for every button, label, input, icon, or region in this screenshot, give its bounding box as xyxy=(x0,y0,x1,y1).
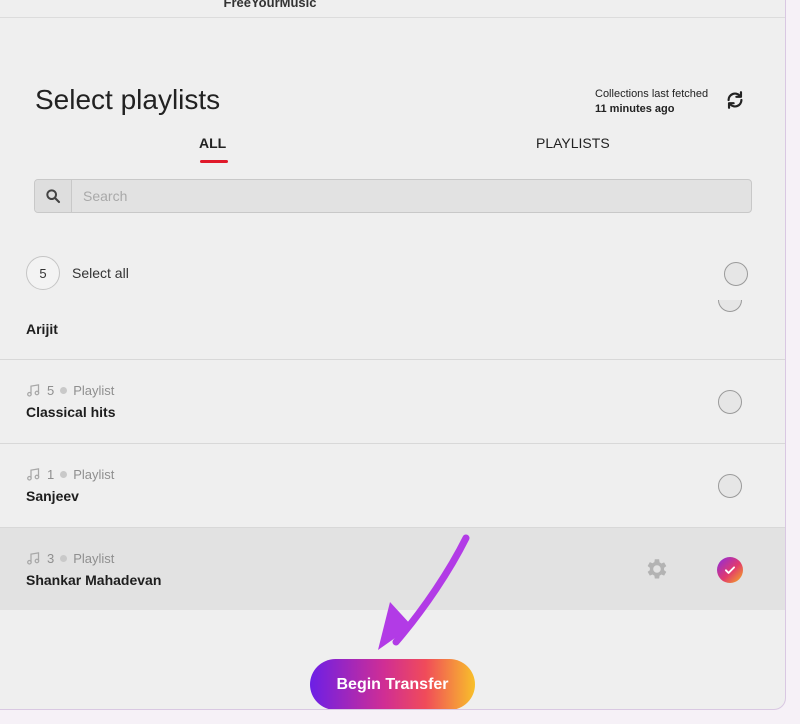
music-note-icon xyxy=(27,552,40,565)
fetch-status-time: 11 minutes ago xyxy=(595,103,675,115)
track-count: 1 xyxy=(47,467,55,482)
checkmark-icon xyxy=(724,566,736,574)
fetch-status-label: Collections last fetched xyxy=(595,88,709,100)
search-input[interactable] xyxy=(72,180,751,212)
track-count: 5 xyxy=(47,383,55,398)
playlist-list: Arijit 5 Playlist Classical hits 1 Playl… xyxy=(0,300,785,610)
list-item[interactable]: Arijit xyxy=(0,300,785,360)
refresh-icon[interactable] xyxy=(724,89,746,111)
list-item[interactable]: 1 Playlist Sanjeev xyxy=(0,444,785,528)
active-tab-indicator xyxy=(200,160,228,163)
tab-playlists-label: PLAYLISTS xyxy=(536,135,610,151)
app-title: FreeYourMusic xyxy=(223,0,317,10)
selected-check[interactable] xyxy=(717,557,743,583)
playlist-name: Classical hits xyxy=(26,404,116,420)
select-all-label[interactable]: Select all xyxy=(72,265,129,281)
item-type: Playlist xyxy=(73,467,115,482)
title-divider xyxy=(0,17,785,18)
playlist-select-radio[interactable] xyxy=(718,300,742,312)
search-button[interactable] xyxy=(35,180,72,212)
tab-all-label: ALL xyxy=(199,135,227,151)
search-bar xyxy=(34,179,752,213)
playlist-select-radio[interactable] xyxy=(718,474,742,498)
item-type: Playlist xyxy=(73,383,115,398)
fetch-status: Collections last fetched 11 minutes ago xyxy=(595,87,708,117)
page-title: Select playlists xyxy=(35,84,221,115)
playlist-meta: 3 Playlist xyxy=(26,551,114,566)
music-note-icon xyxy=(27,384,40,397)
playlist-select-radio[interactable] xyxy=(718,390,742,414)
separator-dot xyxy=(60,555,68,562)
selection-count-badge: 5 xyxy=(26,256,60,290)
begin-transfer-button[interactable]: Begin Transfer xyxy=(310,659,475,709)
playlist-meta: 5 Playlist xyxy=(26,383,114,398)
separator-dot xyxy=(60,387,68,394)
tab-playlists[interactable]: PLAYLISTS xyxy=(536,135,610,151)
app-window: FreeYourMusic Select playlists Collectio… xyxy=(0,0,786,710)
list-item[interactable]: 3 Playlist Shankar Mahadevan xyxy=(0,528,785,610)
select-all-radio[interactable] xyxy=(724,262,748,286)
playlist-meta: 1 Playlist xyxy=(26,467,114,482)
playlist-name: Shankar Mahadevan xyxy=(26,572,162,588)
tab-all[interactable]: ALL xyxy=(199,135,228,163)
item-type: Playlist xyxy=(73,551,115,566)
music-note-icon xyxy=(27,468,40,481)
track-count: 3 xyxy=(47,551,55,566)
playlist-name: Arijit xyxy=(26,321,58,337)
gear-icon[interactable] xyxy=(643,556,669,582)
playlist-name: Sanjeev xyxy=(26,488,79,504)
separator-dot xyxy=(60,471,68,478)
list-item[interactable]: 5 Playlist Classical hits xyxy=(0,360,785,444)
search-icon xyxy=(46,189,61,204)
